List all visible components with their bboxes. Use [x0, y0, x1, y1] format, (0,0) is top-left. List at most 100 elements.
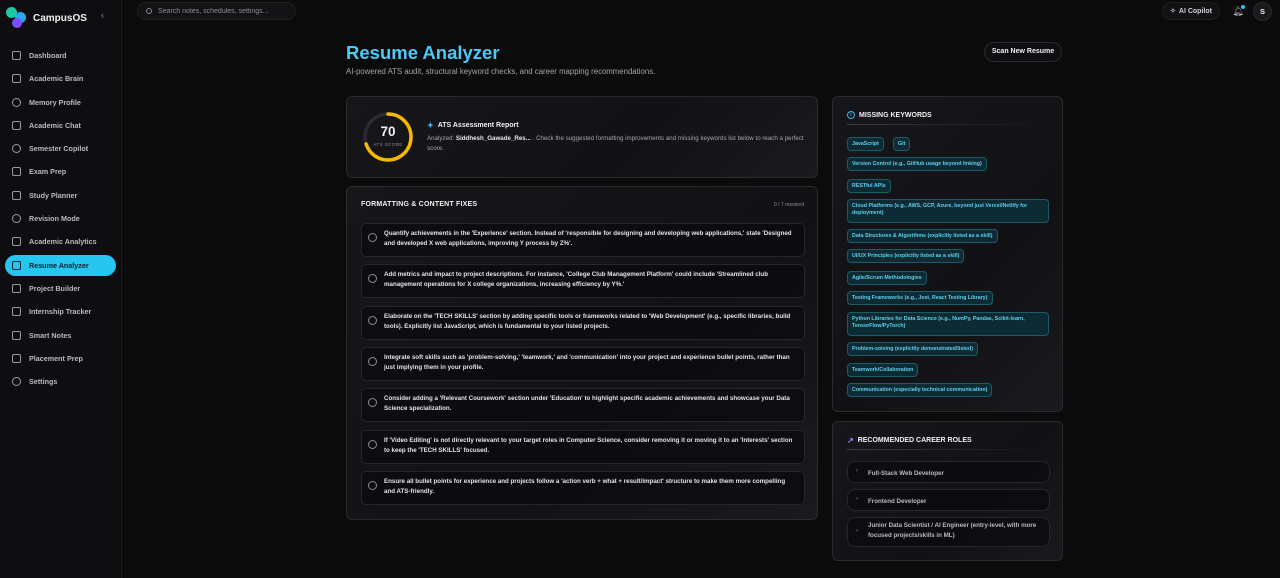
keyword-tag: Testing Frameworks (e.g., Jest, React Te… — [847, 291, 993, 305]
calendar-icon — [12, 190, 21, 200]
sparkle-icon: ✦ — [427, 121, 434, 130]
sidebar-item-label: Exam Prep — [29, 167, 67, 177]
refresh-icon — [12, 214, 21, 224]
keyword-tag: Teamwork/Collaboration — [847, 363, 919, 377]
career-role-item[interactable]: › Full-Stack Web Developer — [847, 461, 1050, 483]
notes-icon — [12, 330, 21, 340]
sidebar-item-internship-tracker[interactable]: Internship Tracker — [5, 301, 116, 322]
sidebar-item-label: Semester Copilot — [29, 144, 89, 154]
notifications-button[interactable]: 🔔︎ — [1230, 3, 1246, 19]
keyword-tag: Agile/Scrum Methodologies — [847, 271, 927, 285]
career-role-label: Junior Data Scientist / AI Engineer (ent… — [868, 522, 1037, 539]
keyword-tag: Data Structures & Algorithms (explicitly… — [847, 229, 998, 243]
collapse-sidebar-icon[interactable]: ‹ — [101, 10, 104, 20]
sidebar-item-settings[interactable]: Settings — [5, 371, 116, 392]
keyword-tag: Problem-solving (explicitly demonstrated… — [847, 342, 978, 356]
fix-text: Integrate soft skills such as 'problem-s… — [384, 354, 790, 371]
fix-item[interactable]: Integrate soft skills such as 'problem-s… — [361, 347, 805, 381]
grid-icon — [12, 51, 21, 60]
keyword-tag: JavaScript — [847, 137, 884, 151]
sparkle-icon: ✧ — [1170, 8, 1176, 15]
sidebar-item-label: Internship Tracker — [29, 307, 92, 317]
keyword-tag: Cloud Platforms (e.g., AWS, GCP, Azure, … — [847, 199, 1049, 223]
sidebar-item-resume-analyzer[interactable]: Resume Analyzer — [5, 254, 116, 276]
fix-checkbox[interactable] — [368, 398, 377, 407]
sidebar-item-revision-mode[interactable]: Revision Mode — [5, 208, 116, 229]
sidebar-item-academic-brain[interactable]: Academic Brain — [5, 68, 116, 89]
missing-keywords-card: i MISSING KEYWORDS JavaScript Git Versio… — [832, 96, 1063, 412]
fix-checkbox[interactable] — [368, 274, 377, 283]
keyword-tag: RESTful APIs — [847, 179, 891, 193]
fix-checkbox[interactable] — [368, 316, 377, 325]
career-role-label: Frontend Developer — [868, 498, 927, 505]
fix-checkbox[interactable] — [368, 233, 377, 242]
sidebar-item-academic-chat[interactable]: Academic Chat — [5, 115, 116, 136]
brain-icon — [12, 97, 21, 107]
ats-report-card: 70 ATS SCORE ✦ ATS Assessment Report Ana… — [346, 96, 818, 178]
keyword-tag: Git — [893, 137, 911, 151]
sidebar-item-label: Placement Prep — [29, 353, 83, 363]
sidebar-item-dashboard[interactable]: Dashboard — [5, 45, 116, 66]
sidebar-item-study-planner[interactable]: Study Planner — [5, 185, 116, 206]
sidebar-item-label: Revision Mode — [29, 214, 80, 224]
notification-dot — [1241, 5, 1245, 9]
page-title: Resume Analyzer — [346, 42, 500, 63]
ats-score-gauge: 70 ATS SCORE — [362, 111, 414, 163]
sidebar-item-label: Academic Analytics — [29, 237, 97, 247]
page-subtitle: AI-powered ATS audit, structural keyword… — [346, 67, 656, 76]
career-role-item[interactable]: › Frontend Developer — [847, 489, 1050, 511]
fix-text: Quantify achievements in the 'Experience… — [384, 230, 792, 247]
flame-icon — [12, 167, 21, 177]
sidebar-item-academic-analytics[interactable]: Academic Analytics — [5, 231, 116, 252]
career-roles-card: ↗ RECOMMENDED CAREER ROLES › Full-Stack … — [832, 421, 1063, 561]
fix-text: If 'Video Editing' is not directly relev… — [384, 437, 793, 454]
fix-item[interactable]: If 'Video Editing' is not directly relev… — [361, 430, 805, 464]
fix-checkbox[interactable] — [368, 357, 377, 366]
ats-report-description: Analyzed: Siddhesh_Gawade_Res... . Check… — [427, 134, 807, 154]
ats-score-label: ATS SCORE — [373, 142, 403, 147]
chat-icon — [12, 120, 21, 130]
fix-item[interactable]: Quantify achievements in the 'Experience… — [361, 223, 805, 257]
fix-item[interactable]: Ensure all bullet points for experience … — [361, 471, 805, 505]
fix-checkbox[interactable] — [368, 440, 377, 449]
divider — [847, 124, 1050, 125]
main-content: ✧ AI Copilot 🔔︎ S Resume Analyzer AI-pow… — [122, 0, 1280, 578]
search-icon — [146, 8, 152, 14]
career-role-label: Full-Stack Web Developer — [868, 470, 944, 477]
ats-report-heading: ✦ ATS Assessment Report — [427, 121, 519, 130]
search-input[interactable] — [158, 7, 288, 15]
sidebar-item-placement-prep[interactable]: Placement Prep — [5, 348, 116, 369]
sidebar-item-label: Resume Analyzer — [29, 260, 89, 270]
fix-item[interactable]: Elaborate on the 'TECH SKILLS' section b… — [361, 306, 805, 340]
sidebar-item-label: Project Builder — [29, 283, 81, 293]
fix-checkbox[interactable] — [368, 481, 377, 490]
analyzed-label: Analyzed: — [427, 135, 455, 142]
avatar[interactable]: S — [1253, 2, 1272, 21]
keyword-tag: Communication (especially technical comm… — [847, 383, 993, 397]
career-role-item[interactable]: › Junior Data Scientist / AI Engineer (e… — [847, 517, 1050, 547]
sidebar-item-memory-profile[interactable]: Memory Profile — [5, 92, 116, 113]
fix-item[interactable]: Add metrics and impact to project descri… — [361, 264, 805, 298]
sidebar-item-semester-copilot[interactable]: Semester Copilot — [5, 138, 116, 159]
scan-new-resume-button[interactable]: Scan New Resume — [984, 42, 1062, 62]
formatting-fixes-card: FORMATTING & CONTENT FIXES 0 / 7 resolve… — [346, 186, 818, 520]
ai-copilot-button[interactable]: ✧ AI Copilot — [1162, 2, 1220, 20]
sidebar-item-exam-prep[interactable]: Exam Prep — [5, 161, 116, 182]
sidebar-item-label: Dashboard — [29, 51, 67, 60]
sidebar-item-project-builder[interactable]: Project Builder — [5, 278, 116, 299]
keyword-tag: Version Control (e.g., GitHub usage beyo… — [847, 157, 987, 171]
ats-score-value: 70 — [380, 124, 396, 139]
search-box[interactable] — [137, 2, 296, 20]
fix-item[interactable]: Consider adding a 'Relevant Coursework' … — [361, 388, 805, 422]
sidebar: CampusOS ‹ Dashboard Academic Brain Memo… — [0, 0, 122, 578]
fix-text: Ensure all bullet points for experience … — [384, 478, 786, 495]
sidebar-item-label: Study Planner — [29, 190, 78, 200]
missing-keywords-heading: i MISSING KEYWORDS — [847, 111, 932, 119]
ats-report-title: ATS Assessment Report — [437, 122, 519, 129]
fixes-resolved-count: 0 / 7 resolved — [773, 202, 804, 208]
sidebar-item-label: Smart Notes — [29, 330, 72, 340]
fix-text: Add metrics and impact to project descri… — [384, 271, 768, 288]
chevron-right-icon: › — [856, 468, 858, 474]
resume-file-name[interactable]: Siddhesh_Gawade_Res... — [456, 135, 531, 142]
sidebar-item-smart-notes[interactable]: Smart Notes — [5, 325, 116, 346]
